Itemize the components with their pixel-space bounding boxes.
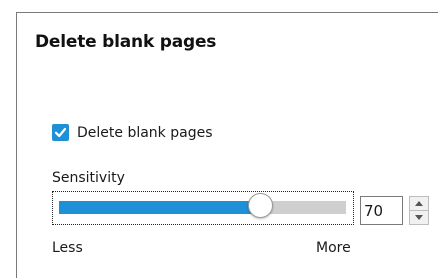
triangle-down-icon bbox=[415, 215, 423, 220]
checkmark-icon bbox=[54, 127, 67, 138]
delete-blank-pages-option[interactable]: Delete blank pages bbox=[52, 124, 213, 141]
slider-thumb[interactable] bbox=[248, 193, 273, 218]
delete-blank-pages-label: Delete blank pages bbox=[77, 124, 213, 141]
section-title: Delete blank pages bbox=[35, 32, 217, 52]
sensitivity-value-input[interactable] bbox=[364, 202, 400, 220]
slider-min-label: Less bbox=[52, 240, 83, 256]
slider-max-label: More bbox=[316, 240, 351, 256]
delete-blank-pages-checkbox[interactable] bbox=[52, 124, 69, 141]
sensitivity-value-field[interactable] bbox=[360, 196, 403, 225]
slider-fill bbox=[59, 201, 260, 214]
slider-track[interactable] bbox=[59, 193, 346, 218]
spin-up-button[interactable] bbox=[409, 196, 429, 211]
sensitivity-spinner[interactable] bbox=[409, 196, 429, 225]
triangle-up-icon bbox=[415, 201, 423, 206]
spin-down-button[interactable] bbox=[409, 211, 429, 225]
sensitivity-label: Sensitivity bbox=[52, 170, 125, 186]
